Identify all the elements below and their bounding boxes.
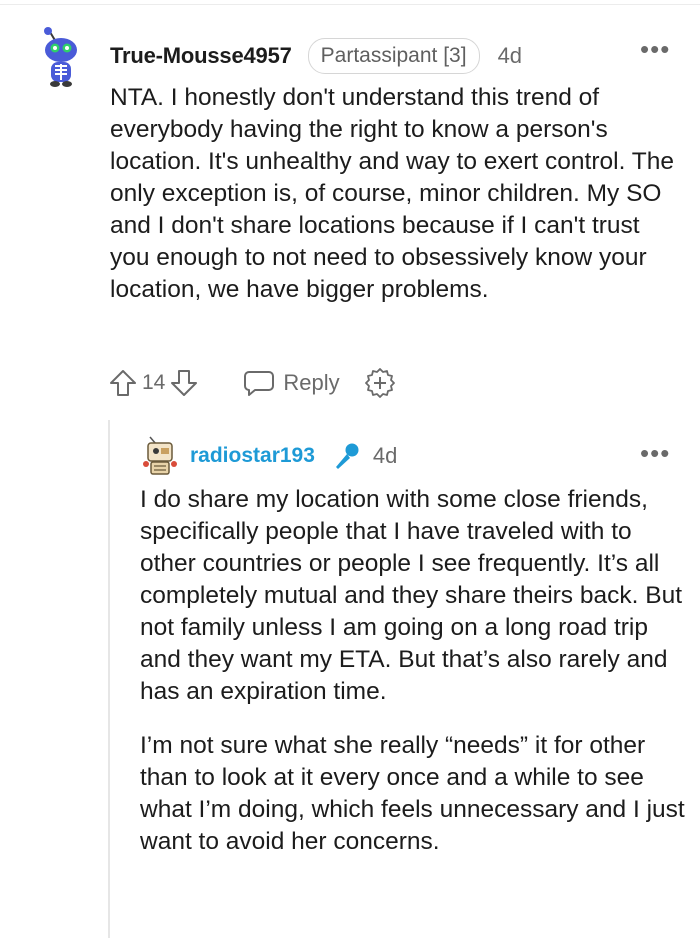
reply-body: I do share my location with some close f… [140, 484, 685, 880]
upvote-arrow-icon [110, 370, 136, 396]
top-divider [0, 4, 700, 5]
reply-paragraph: I do share my location with some close f… [140, 486, 683, 705]
reply-paragraph: I’m not sure what she really “needs” it … [140, 732, 685, 855]
vote-count: 14 [142, 371, 166, 394]
snoo-avatar-icon [44, 27, 77, 87]
comment-username[interactable]: True-Mousse4957 [110, 43, 292, 69]
reply-more-options-button[interactable]: ••• [640, 440, 670, 466]
comment-action-bar: 14 Reply [108, 364, 396, 402]
downvote-button[interactable] [169, 368, 199, 398]
reply-label: Reply [283, 370, 340, 395]
reply-avatar[interactable] [142, 434, 178, 478]
reply-age: 4d [372, 443, 398, 468]
reply-button[interactable]: Reply [243, 368, 340, 398]
comment-body: NTA. I honestly don't understand this tr… [110, 84, 674, 303]
add-award-button[interactable] [364, 367, 396, 399]
add-award-icon [364, 368, 395, 398]
user-avatar[interactable] [36, 26, 86, 88]
downvote-arrow-icon [171, 370, 198, 396]
reply-username[interactable]: radiostar193 [190, 444, 315, 468]
comment-age: 4d [497, 43, 523, 68]
thread-line[interactable] [108, 420, 110, 938]
user-flair-emoji [331, 441, 361, 471]
radio-robot-avatar-icon [143, 436, 177, 475]
user-flair-badge: Partassipant [3] [307, 38, 480, 74]
speech-bubble-icon [244, 371, 275, 396]
microphone-icon [335, 443, 359, 469]
comment-header: True-Mousse4957 Partassipant [3] 4d [110, 38, 522, 74]
upvote-button[interactable] [108, 368, 138, 398]
more-options-button[interactable]: ••• [640, 36, 670, 62]
reply-header: radiostar193 4d [190, 438, 397, 474]
